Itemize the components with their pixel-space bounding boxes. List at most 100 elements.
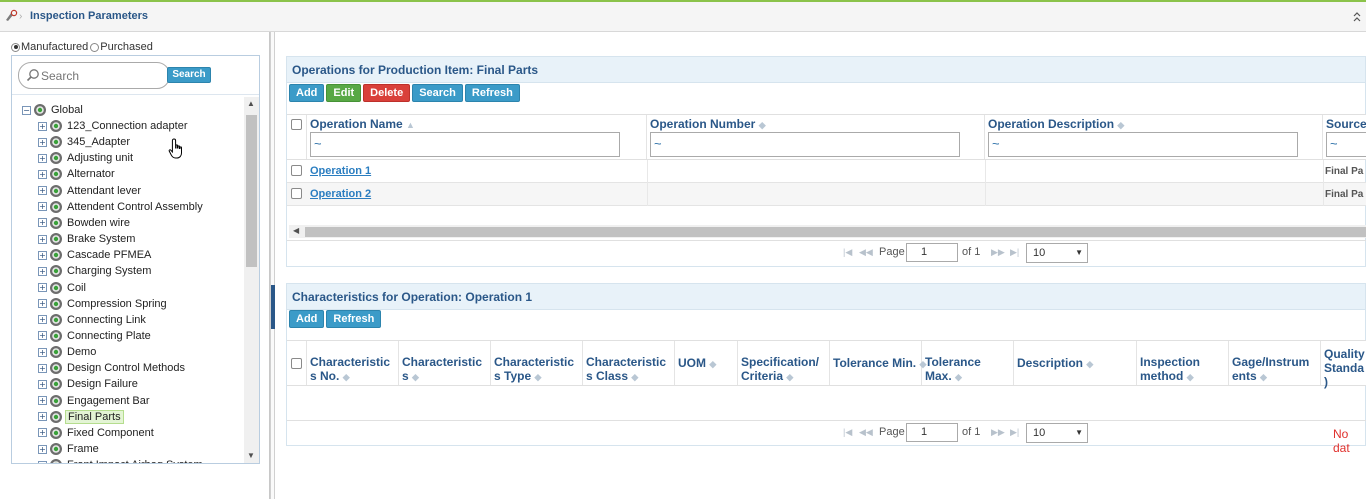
add-operation-button[interactable]: Add [289,84,325,102]
expand-icon[interactable]: + [38,331,47,341]
first-page-icon[interactable]: |◀ [843,427,852,438]
operation-description-filter[interactable]: ~ [988,132,1298,157]
characteristics-column[interactable]: Characteristic s ◆ [399,341,491,385]
expand-icon[interactable]: + [38,299,47,309]
sort-icon[interactable]: ◆ [534,372,541,382]
expand-icon[interactable]: + [38,428,47,438]
tree-node[interactable]: + Final Parts [38,409,124,425]
operation-name-filter[interactable]: ~ [310,132,620,157]
characteristics-column[interactable]: Gage/Instrum ents ◆ [1229,341,1321,385]
pane-splitter[interactable] [270,32,275,499]
characteristics-column[interactable]: Quality Standa) [1321,341,1366,389]
page-number-input[interactable]: 1 [906,423,958,442]
sort-icon[interactable]: ◆ [709,359,716,369]
splitter-grip[interactable] [271,285,275,329]
expand-icon[interactable]: + [38,121,47,131]
tree-node[interactable]: + Attendent Control Assembly [38,199,205,215]
expand-icon[interactable]: + [38,412,47,422]
expand-icon[interactable]: + [38,137,47,147]
search-operation-button[interactable]: Search [412,84,463,102]
tree-node[interactable]: + Bowden wire [38,215,132,231]
purchased-radio[interactable] [90,42,100,52]
expand-icon[interactable]: + [38,363,47,373]
sort-icon[interactable]: ◆ [631,372,638,382]
characteristics-column[interactable]: Description ◆ [1014,341,1137,385]
row-checkbox[interactable] [291,188,302,199]
characteristics-column[interactable]: UOM ◆ [675,341,738,385]
expand-icon[interactable]: + [38,250,47,260]
sort-icon[interactable]: ◆ [955,372,962,382]
expand-icon[interactable]: + [38,186,47,196]
expand-icon[interactable]: + [38,460,47,463]
column-operation-number[interactable]: Operation Number ◆ ~ [647,115,985,159]
expand-icon[interactable]: + [38,283,47,292]
characteristics-column[interactable]: Specification/Criteria ◆ [738,341,830,385]
sort-icon[interactable]: ◆ [786,372,793,382]
expand-icon[interactable]: + [38,266,47,276]
page-number-input[interactable]: 1 [906,243,958,262]
next-page-icon[interactable]: ▶▶ [991,427,1005,438]
select-all-checkbox[interactable] [291,119,302,130]
tree-node[interactable]: + Connecting Link [38,312,148,328]
refresh-characteristic-button[interactable]: Refresh [326,310,382,328]
tree-node[interactable]: + Attendant lever [38,183,143,199]
operation-link[interactable]: Operation 1 [310,165,371,177]
sort-icon[interactable]: ◆ [1086,359,1093,369]
expand-icon[interactable]: + [38,234,47,244]
purchased-label[interactable]: Purchased [100,41,153,53]
add-characteristic-button[interactable]: Add [289,310,325,328]
tree-node[interactable]: + Connecting Plate [38,328,153,344]
tree-node[interactable]: + Fixed Component [38,425,156,441]
last-page-icon[interactable]: ▶| [1010,427,1019,438]
column-source[interactable]: Source ~ [1323,115,1366,159]
tree-node[interactable]: + Brake System [38,231,137,247]
prev-page-icon[interactable]: ◀◀ [859,247,873,258]
prev-page-icon[interactable]: ◀◀ [859,427,873,438]
expand-icon[interactable]: + [38,444,47,454]
manufactured-radio[interactable] [11,42,20,52]
tree-root-node[interactable]: − Global [22,102,85,118]
sort-icon[interactable]: ◆ [412,372,419,382]
scrollbar-thumb[interactable] [305,227,1366,237]
select-all-checkbox[interactable] [291,358,302,369]
tree-search-input[interactable] [41,68,161,83]
scroll-down-icon[interactable]: ▼ [247,451,255,460]
tree-node[interactable]: + Cascade PFMEA [38,247,153,263]
tree-node[interactable]: +123_Connection adapter [38,118,189,134]
scrollbar-thumb[interactable] [246,115,257,267]
manufactured-label[interactable]: Manufactured [21,41,88,53]
characteristics-column[interactable]: Characteristic s Type ◆ [491,341,583,385]
tree-node[interactable]: + Alternator [38,166,117,182]
sort-icon[interactable]: ◆ [759,120,766,130]
tree-node[interactable]: + Coil [38,280,88,296]
tree-node[interactable]: + Frame [38,441,101,457]
operations-horizontal-scrollbar[interactable]: ◀ [289,225,1366,238]
refresh-operation-button[interactable]: Refresh [464,84,520,102]
sort-icon[interactable]: ◆ [1260,372,1267,382]
sort-icon[interactable]: ◆ [1117,120,1124,130]
tree-node[interactable]: + Charging System [38,263,153,279]
scroll-up-icon[interactable]: ▲ [247,99,255,108]
expand-icon[interactable]: + [38,347,47,357]
tree-node[interactable]: + Engagement Bar [38,393,152,409]
tree-node[interactable]: + Adjusting unit [38,150,135,166]
expand-icon[interactable]: + [38,202,47,212]
tree-node[interactable]: + Front Impact Airbag System [38,457,205,463]
tree-search-box[interactable] [18,62,170,89]
expand-icon[interactable]: + [38,396,47,406]
last-page-icon[interactable]: ▶| [1010,247,1019,258]
characteristics-column[interactable]: Characteristic s Class ◆ [583,341,675,385]
edit-operation-button[interactable]: Edit [326,84,362,102]
row-checkbox[interactable] [291,165,302,176]
expand-icon[interactable]: + [38,379,47,389]
collapse-header-icon[interactable] [1352,7,1362,27]
table-row[interactable]: Operation 2 Final Pa [287,183,1366,206]
page-size-select[interactable]: 10 ▼ [1026,243,1088,263]
sort-icon[interactable]: ◆ [1187,372,1194,382]
sort-icon[interactable]: ◆ [343,372,350,382]
scroll-left-icon[interactable]: ◀ [293,226,299,235]
operation-link[interactable]: Operation 2 [310,188,371,200]
expand-icon[interactable]: + [38,315,47,325]
page-size-select[interactable]: 10 ▼ [1026,423,1088,443]
characteristics-column[interactable]: Characteristic s No. ◆ [307,341,399,385]
